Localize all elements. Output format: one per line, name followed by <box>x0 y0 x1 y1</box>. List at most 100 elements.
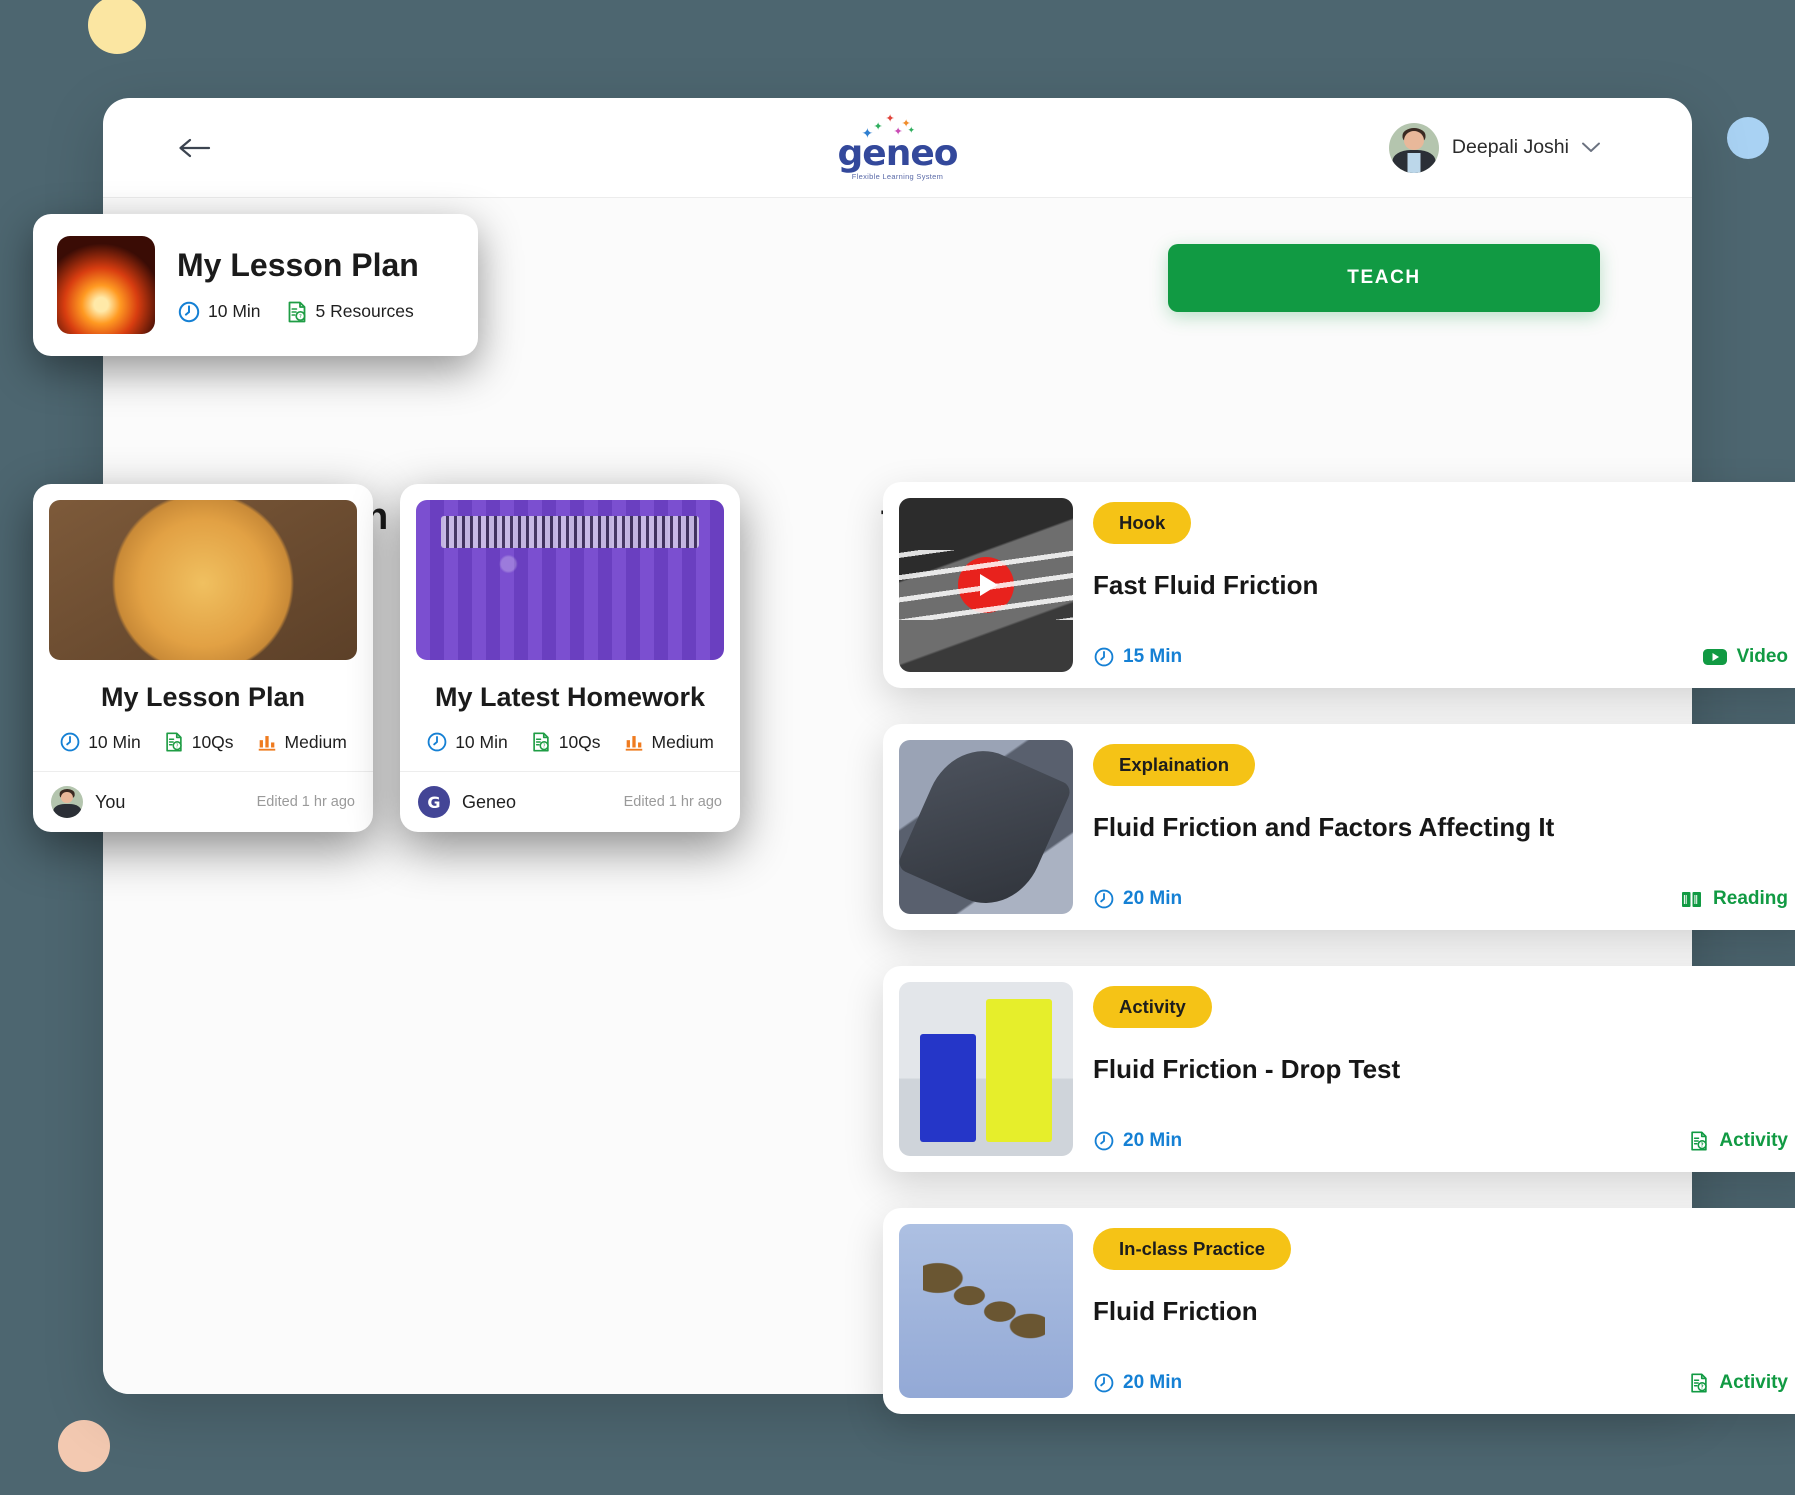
teaching-flow-list: Hook Fast Fluid Friction 15 Min Video Ex… <box>883 482 1795 1450</box>
card-duration: 10 Min <box>59 731 141 753</box>
clock-icon <box>1094 1131 1114 1151</box>
flow-item-title: Fluid Friction and Factors Affecting It <box>1093 812 1555 842</box>
card-difficulty-text: Medium <box>651 731 714 752</box>
lesson-plan-card-thumbnail <box>416 500 724 660</box>
flow-item-badge: Explaination <box>1093 744 1255 786</box>
flow-item-thumbnail <box>899 982 1073 1156</box>
lesson-plan-thumbnail <box>57 236 155 334</box>
lesson-plan-card-title: My Latest Homework <box>434 682 706 712</box>
card-duration-text: 10 Min <box>88 731 141 752</box>
logo-wordmark: geneo <box>837 132 959 174</box>
lesson-plan-card-footer: You Edited 1 hr ago <box>33 771 373 832</box>
decorative-dot-blue <box>1727 117 1769 159</box>
lesson-resources-text: 5 Resources <box>315 301 414 321</box>
clock-icon <box>427 732 447 752</box>
flow-item-footer: 20 Min ? Activity <box>1093 1372 1795 1398</box>
back-button[interactable] <box>175 129 213 167</box>
difficulty-bars-icon <box>258 736 275 751</box>
teaching-flow-item[interactable]: Hook Fast Fluid Friction 15 Min Video <box>883 482 1795 688</box>
chevron-down-icon <box>1582 142 1600 152</box>
avatar <box>1388 122 1439 173</box>
flow-item-kind-text: Activity <box>1719 1372 1788 1393</box>
flow-item-thumbnail <box>899 1224 1073 1398</box>
difficulty-bars-icon <box>625 736 642 751</box>
author-avatar <box>51 786 83 818</box>
flow-item-badge: Hook <box>1093 502 1192 544</box>
activity-doc-icon: ? <box>1691 1373 1708 1393</box>
geneo-logo[interactable]: ✦ ✦ ✦ ✦ ✦ ✦ geneo Flexible Learning Syst… <box>808 113 988 181</box>
author-name: Geneo <box>462 791 517 812</box>
activity-doc-icon: ? <box>1691 1131 1708 1151</box>
flow-item-footer: 15 Min Video <box>1093 646 1795 672</box>
flow-item-kind-text: Reading <box>1713 888 1788 909</box>
teach-button[interactable]: TEACH <box>1168 244 1600 312</box>
teaching-flow-item[interactable]: In-class Practice Fluid Friction 20 Min <box>883 1208 1795 1414</box>
svg-text:?: ? <box>542 744 545 750</box>
flow-item-badge: Activity <box>1093 986 1212 1028</box>
card-duration-text: 10 Min <box>455 731 508 752</box>
author-name: You <box>95 791 126 812</box>
flow-item-duration: 15 Min <box>1093 646 1182 668</box>
teaching-flow-item[interactable]: Explaination Fluid Friction and Factors … <box>883 724 1795 930</box>
flow-item-badge: In-class Practice <box>1093 1228 1292 1270</box>
lesson-plan-card-meta: 10 Min ? 10Qs Medium <box>400 731 740 771</box>
teaching-flow-item[interactable]: Activity Fluid Friction - Drop Test 20 M… <box>883 966 1795 1172</box>
flow-item-title: Fast Fluid Friction <box>1093 570 1319 600</box>
lesson-plan-card[interactable]: My Lesson Plan 10 Min ? 10Qs Medium You … <box>33 484 373 832</box>
card-difficulty: Medium <box>623 731 714 753</box>
edited-time: Edited 1 hr ago <box>256 794 355 810</box>
flow-item-thumbnail <box>899 740 1073 914</box>
lesson-plan-card-thumbnail <box>49 500 357 660</box>
flow-item-duration: 20 Min <box>1093 1130 1182 1152</box>
lesson-plan-card-title: My Lesson Plan <box>100 682 306 712</box>
card-duration: 10 Min <box>426 731 508 753</box>
card-difficulty: Medium <box>256 731 347 753</box>
flow-item-duration-text: 20 Min <box>1123 888 1183 909</box>
lesson-resources: ? 5 Resources <box>285 300 414 324</box>
arrow-left-icon <box>179 138 211 157</box>
lesson-plan-card-footer: G Geneo Edited 1 hr ago <box>400 771 740 832</box>
top-bar: ✦ ✦ ✦ ✦ ✦ ✦ geneo Flexible Learning Syst… <box>103 98 1692 198</box>
flow-item-footer: 20 Min Reading <box>1093 888 1795 914</box>
user-name: Deepali Joshi <box>1451 136 1569 158</box>
flow-item-kind: ? Activity <box>1688 1130 1795 1152</box>
lesson-plan-title: My Lesson Plan <box>177 246 419 283</box>
flow-item-kind-text: Video <box>1736 646 1788 667</box>
lesson-plan-card[interactable]: My Latest Homework 10 Min ? 10Qs Medium … <box>400 484 740 832</box>
lesson-plan-meta: 10 Min ? 5 Resources <box>177 300 419 324</box>
play-icon[interactable] <box>958 557 1014 613</box>
clock-icon <box>60 732 80 752</box>
flow-item-duration-text: 20 Min <box>1123 1130 1183 1151</box>
flow-item-kind-text: Activity <box>1719 1130 1788 1151</box>
flow-item-kind: Video <box>1702 646 1795 668</box>
current-lesson-plan-card[interactable]: My Lesson Plan 10 Min ? 5 Resources <box>33 214 478 356</box>
svg-text:?: ? <box>1701 1143 1704 1149</box>
card-questions: ? 10Qs <box>530 731 601 753</box>
flow-item-thumbnail <box>899 498 1073 672</box>
page-root: ✦ ✦ ✦ ✦ ✦ ✦ geneo Flexible Learning Syst… <box>0 0 1795 1495</box>
flow-item-kind: ? Activity <box>1688 1372 1795 1394</box>
lesson-plan-grid: My Lesson Plan 10 Min ? 10Qs Medium You … <box>33 484 740 832</box>
clock-icon <box>1094 1373 1114 1393</box>
lesson-duration-text: 10 Min <box>208 301 261 321</box>
clock-icon <box>178 301 200 322</box>
edited-time: Edited 1 hr ago <box>623 794 722 810</box>
decorative-dot-peach <box>58 1420 110 1472</box>
svg-text:?: ? <box>175 744 178 750</box>
flow-item-title: Fluid Friction - Drop Test <box>1093 1054 1401 1084</box>
lesson-duration: 10 Min <box>177 300 261 324</box>
questions-icon: ? <box>533 732 549 752</box>
questions-icon: ? <box>166 732 182 752</box>
card-difficulty-text: Medium <box>284 731 347 752</box>
author-avatar: G <box>418 786 450 818</box>
user-menu[interactable]: Deepali Joshi <box>1388 122 1600 173</box>
flow-item-title: Fluid Friction <box>1093 1296 1258 1326</box>
flow-item-duration-text: 20 Min <box>1123 1372 1183 1393</box>
resources-icon: ? <box>288 301 305 322</box>
flow-item-footer: 20 Min ? Activity <box>1093 1130 1795 1156</box>
card-questions-text: 10Qs <box>191 731 234 752</box>
flow-item-duration: 20 Min <box>1093 1372 1182 1394</box>
card-questions: ? 10Qs <box>163 731 234 753</box>
flow-item-kind: Reading <box>1680 888 1795 910</box>
video-icon <box>1702 649 1727 665</box>
